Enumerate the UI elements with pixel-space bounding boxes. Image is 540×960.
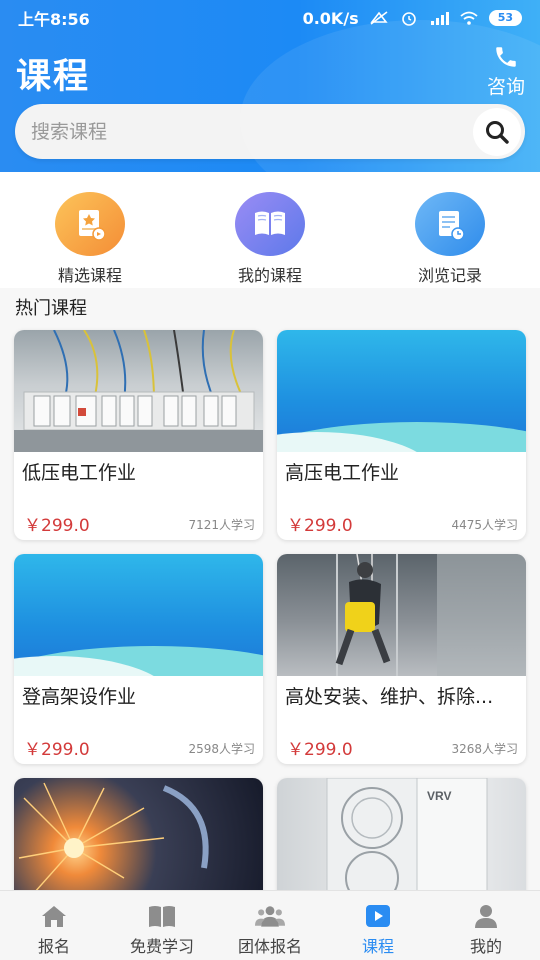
course-thumbnail <box>14 330 263 452</box>
window-cleaner-image <box>335 554 526 676</box>
search-icon <box>486 120 509 144</box>
course-thumbnail <box>14 778 263 900</box>
tab-group-register[interactable]: 团体报名 <box>216 891 324 960</box>
user-icon <box>475 905 497 928</box>
course-price: ￥299.0 <box>24 516 90 536</box>
tab-label: 团体报名 <box>237 937 302 956</box>
search-bar[interactable] <box>15 104 525 159</box>
bottom-tab-bar: 报名 免费学习 团体报名 课程 我的 <box>0 890 540 960</box>
search-input[interactable] <box>31 120 473 143</box>
welding-sparks-image <box>18 782 209 894</box>
status-bar: 上午8:56 0.0K/s 53 <box>0 0 540 36</box>
featured-courses-circle <box>55 192 125 256</box>
open-book-icon <box>255 211 285 235</box>
my-courses-circle <box>235 192 305 256</box>
course-learners: 4475人学习 <box>451 518 518 532</box>
tab-register[interactable]: 报名 <box>0 891 108 960</box>
shortcut-label: 浏览记录 <box>417 266 482 285</box>
shortcut-row: 精选课程 我的课程 浏览记录 <box>0 172 540 288</box>
course-name: 高压电工作业 <box>285 462 400 484</box>
section-title-hot-courses: 热门课程 <box>15 298 87 319</box>
course-card[interactable]: 高处安装、维护、拆除... ￥299.0 3268人学习 <box>277 554 526 764</box>
consult-label: 咨询 <box>486 76 525 98</box>
course-card[interactable]: 登高架设作业 ￥299.0 2598人学习 <box>14 554 263 764</box>
course-name: 登高架设作业 <box>22 686 137 708</box>
status-time: 上午8:56 <box>18 10 90 29</box>
home-icon <box>42 906 66 927</box>
search-button[interactable] <box>473 107 521 156</box>
book-icon <box>149 906 175 927</box>
tab-label: 报名 <box>37 937 70 956</box>
tab-free-learning[interactable]: 免费学习 <box>108 891 216 960</box>
course-name: 低压电工作业 <box>22 462 137 484</box>
course-thumbnail <box>277 554 526 676</box>
shortcut-my-courses[interactable]: 我的课程 <box>200 192 340 288</box>
course-price: ￥299.0 <box>287 740 353 760</box>
shortcut-browse-history[interactable]: 浏览记录 <box>380 192 520 288</box>
tab-mine[interactable]: 我的 <box>432 891 540 960</box>
svg-text:VRV: VRV <box>427 789 451 803</box>
course-learners: 2598人学习 <box>188 742 255 756</box>
header: 上午8:56 0.0K/s 53 课程 咨询 搜索课程 <box>0 0 540 172</box>
course-name: 高处安装、维护、拆除... <box>285 686 494 708</box>
course-price: ￥299.0 <box>24 740 90 760</box>
electrical-panel-image <box>14 330 263 452</box>
browse-history-circle <box>415 192 485 256</box>
status-right: 0.0K/s 53 <box>303 9 522 28</box>
play-icon <box>366 905 390 927</box>
course-learners: 7121人学习 <box>188 518 255 532</box>
page-title: 课程 <box>16 57 91 97</box>
battery-indicator: 53 <box>488 10 522 26</box>
ac-unit-image: VRV <box>326 778 488 900</box>
signal-icon <box>430 12 449 25</box>
tab-label: 我的 <box>469 937 502 956</box>
shortcut-label: 我的课程 <box>237 266 302 285</box>
shortcut-featured-courses[interactable]: 精选课程 <box>20 192 160 288</box>
group-icon <box>255 906 285 927</box>
alarm-icon <box>401 12 416 26</box>
shortcut-label: 精选课程 <box>57 266 122 285</box>
network-speed: 0.0K/s <box>302 8 359 28</box>
tab-courses[interactable]: 课程 <box>324 891 432 960</box>
course-price: ￥299.0 <box>287 516 353 536</box>
course-thumbnail: VRV <box>277 778 526 900</box>
wifi-icon <box>460 11 478 25</box>
star-certificate-icon <box>79 210 106 241</box>
course-card[interactable]: 高压电工作业 ￥299.0 4475人学习 <box>277 330 526 540</box>
consult-button[interactable]: 咨询 <box>484 44 528 99</box>
tab-label: 免费学习 <box>129 937 194 956</box>
tab-label: 课程 <box>361 937 394 956</box>
course-card[interactable]: 低压电工作业 ￥299.0 7121人学习 <box>14 330 263 540</box>
history-document-icon <box>439 211 465 241</box>
course-learners: 3268人学习 <box>451 742 518 756</box>
mute-icon <box>370 11 388 25</box>
course-thumbnail <box>277 330 526 452</box>
phone-icon <box>496 47 516 67</box>
course-thumbnail <box>14 554 263 676</box>
